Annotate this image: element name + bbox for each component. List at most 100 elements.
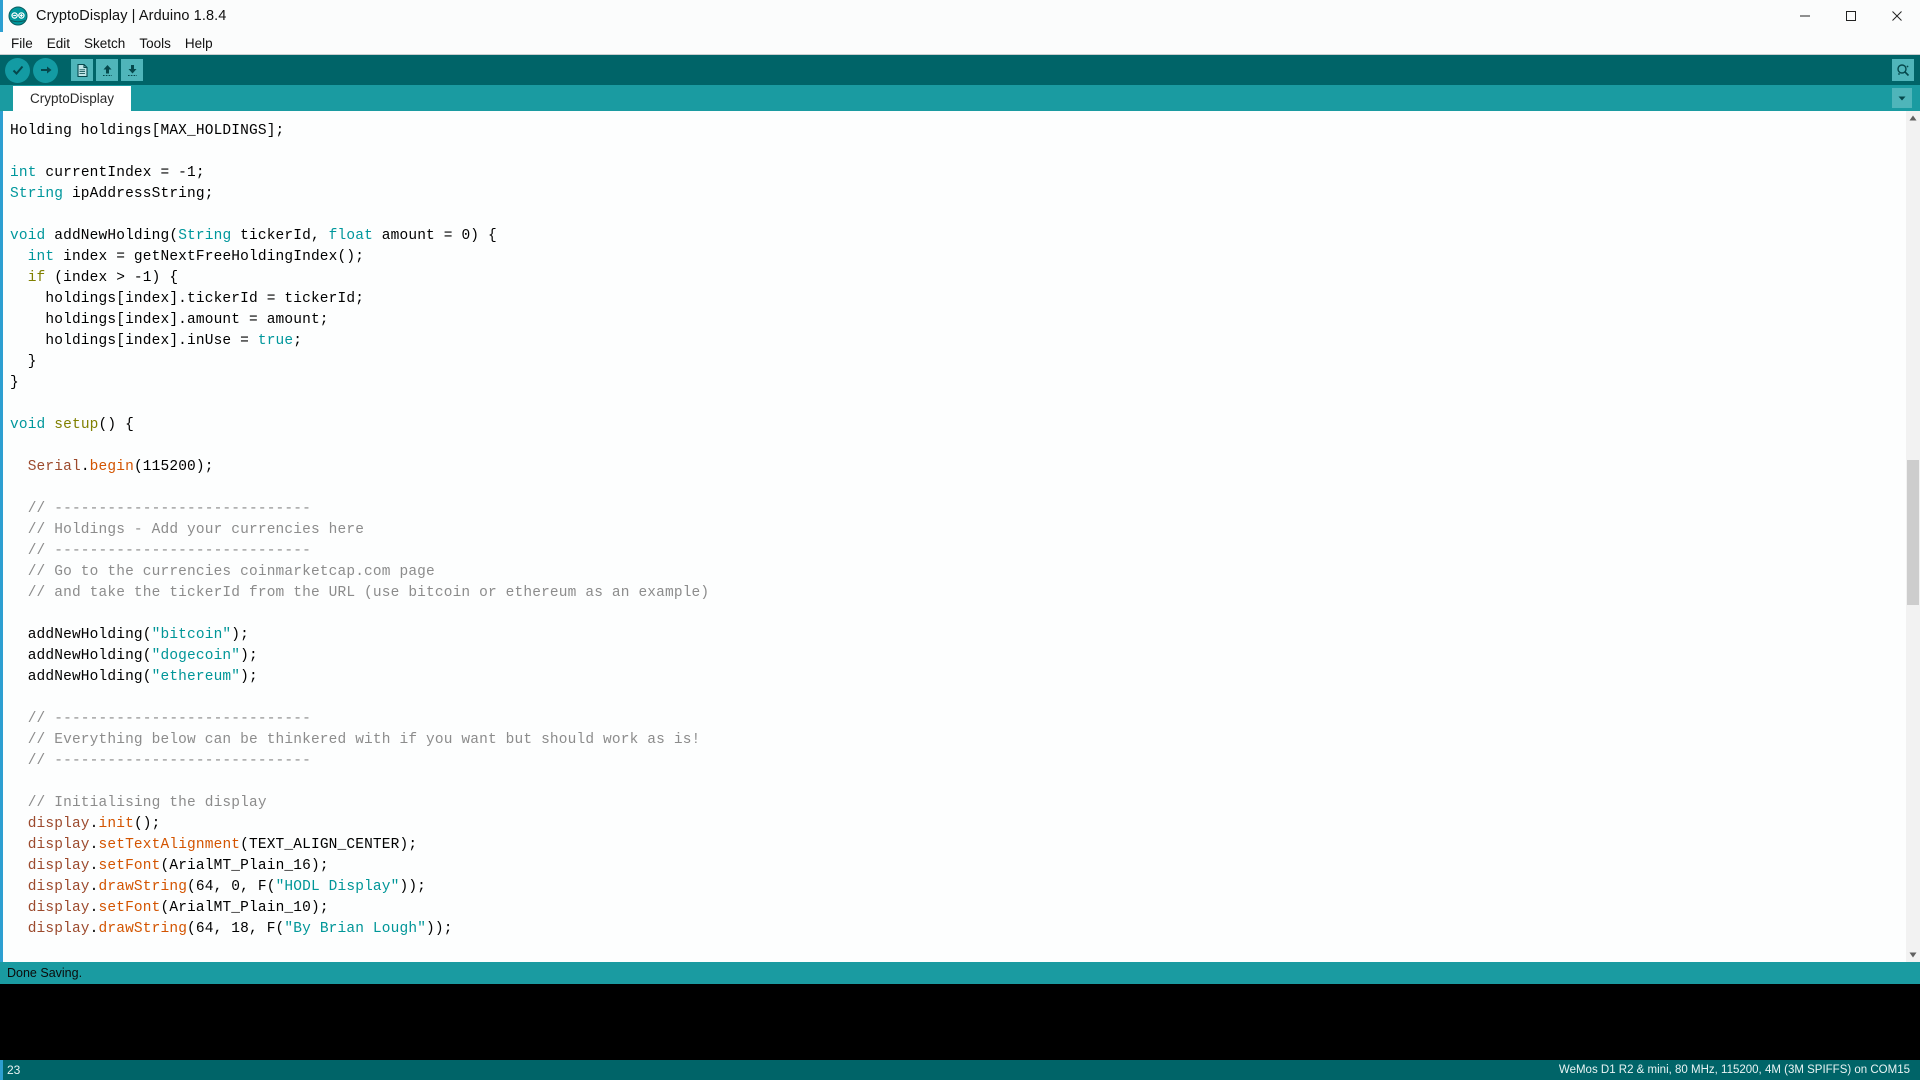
code-token: // ----------------------------- — [10, 711, 311, 727]
tab-menu-button[interactable] — [1892, 88, 1912, 108]
close-button[interactable] — [1874, 0, 1920, 32]
arduino-logo-icon — [8, 6, 28, 26]
code-token: // ----------------------------- — [10, 501, 311, 517]
code-token: float — [328, 228, 373, 244]
code-token: holdings[index].inUse = — [10, 333, 258, 349]
code-token: display — [27, 858, 90, 874]
chevron-down-icon — [1898, 96, 1906, 101]
code-token: ); — [240, 669, 258, 685]
magnifier-icon — [1897, 64, 1910, 77]
status-message: Done Saving. — [7, 966, 83, 980]
code-line: // ----------------------------- — [10, 709, 1920, 730]
code-token: . — [89, 921, 99, 937]
code-token: // ----------------------------- — [10, 543, 311, 559]
code-line: // Holdings - Add your currencies here — [10, 520, 1920, 541]
code-token: (64, 0, F( — [187, 879, 276, 895]
code-token: } — [10, 375, 19, 391]
scrollbar-thumb[interactable] — [1907, 460, 1919, 605]
code-token: } — [10, 354, 37, 370]
editor-vertical-scrollbar[interactable] — [1906, 111, 1920, 962]
tab-cryptodisplay[interactable]: CryptoDisplay — [13, 86, 132, 111]
open-sketch-button[interactable] — [96, 59, 118, 81]
menu-bar: File Edit Sketch Tools Help — [0, 32, 1920, 55]
code-token: () { — [98, 417, 134, 433]
code-token: "dogecoin" — [151, 648, 241, 664]
menu-edit[interactable]: Edit — [40, 34, 77, 53]
code-token: . — [89, 858, 99, 874]
menu-file[interactable]: File — [4, 34, 40, 53]
code-token: . — [89, 879, 99, 895]
code-line: void addNewHolding(String tickerId, floa… — [10, 226, 1920, 247]
arrow-right-icon — [40, 66, 51, 74]
code-token: drawString — [98, 879, 188, 895]
code-line: display.drawString(64, 18, F("By Brian L… — [10, 919, 1920, 940]
window-title: CryptoDisplay | Arduino 1.8.4 — [36, 8, 227, 24]
code-token: display — [27, 879, 90, 895]
minimize-button[interactable] — [1782, 0, 1828, 32]
code-line: holdings[index].tickerId = tickerId; — [10, 289, 1920, 310]
tab-bar: CryptoDisplay — [0, 85, 1920, 111]
code-line: addNewHolding("dogecoin"); — [10, 646, 1920, 667]
code-token: "ethereum" — [151, 669, 241, 685]
code-token: display — [27, 816, 90, 832]
scroll-up-button[interactable] — [1906, 111, 1920, 125]
save-sketch-button[interactable] — [121, 59, 143, 81]
menu-help[interactable]: Help — [178, 34, 220, 53]
code-line: Serial.begin(115200); — [10, 457, 1920, 478]
board-info-label: WeMos D1 R2 & mini, 80 MHz, 115200, 4M (… — [1558, 1064, 1910, 1076]
code-token: int — [27, 249, 55, 265]
code-token: true — [257, 333, 294, 349]
code-token: void — [10, 228, 46, 244]
console-output[interactable] — [0, 984, 1920, 1060]
code-token: // Everything below can be thinkered wit… — [10, 732, 701, 748]
menu-tools[interactable]: Tools — [132, 34, 178, 53]
window-accent-stripe — [0, 0, 3, 32]
code-token: addNewHolding( — [10, 669, 152, 685]
code-line: if (index > -1) { — [10, 268, 1920, 289]
code-token: "bitcoin" — [151, 627, 232, 643]
code-token: ); — [231, 627, 249, 643]
toolbar — [0, 55, 1920, 85]
code-token: void — [10, 417, 46, 433]
caret-down-icon — [1909, 952, 1917, 958]
code-token: addNewHolding( — [10, 627, 152, 643]
code-token: setFont — [98, 858, 161, 874]
code-token: setup — [54, 417, 99, 433]
code-token: ipAddressString; — [63, 186, 214, 202]
code-line: // ----------------------------- — [10, 499, 1920, 520]
code-token: drawString — [98, 921, 188, 937]
code-editor[interactable]: Holding holdings[MAX_HOLDINGS]; int curr… — [3, 111, 1920, 962]
code-token: (115200); — [133, 459, 214, 475]
code-line: Holding holdings[MAX_HOLDINGS]; — [10, 121, 1920, 142]
new-sketch-button[interactable] — [71, 59, 93, 81]
upload-button[interactable] — [33, 57, 58, 83]
verify-button[interactable] — [5, 57, 30, 83]
code-token: )); — [399, 879, 427, 895]
code-token: (TEXT_ALIGN_CENTER); — [240, 837, 418, 853]
code-token: . — [89, 900, 99, 916]
scroll-down-button[interactable] — [1906, 948, 1920, 962]
code-token: String — [10, 186, 64, 202]
code-content[interactable]: Holding holdings[MAX_HOLDINGS]; int curr… — [3, 121, 1920, 940]
code-token: (64, 18, F( — [187, 921, 285, 937]
code-token: int — [10, 165, 37, 181]
code-line: holdings[index].inUse = true; — [10, 331, 1920, 352]
code-token: amount = 0) { — [372, 228, 497, 244]
menu-sketch[interactable]: Sketch — [77, 34, 132, 53]
code-line: // Initialising the display — [10, 793, 1920, 814]
maximize-button[interactable] — [1828, 0, 1874, 32]
code-token: // Go to the currencies coinmarketcap.co… — [10, 564, 435, 580]
tab-label: CryptoDisplay — [30, 91, 115, 106]
window-controls — [1782, 0, 1920, 32]
serial-monitor-button[interactable] — [1892, 59, 1914, 81]
code-line: // and take the tickerId from the URL (u… — [10, 583, 1920, 604]
